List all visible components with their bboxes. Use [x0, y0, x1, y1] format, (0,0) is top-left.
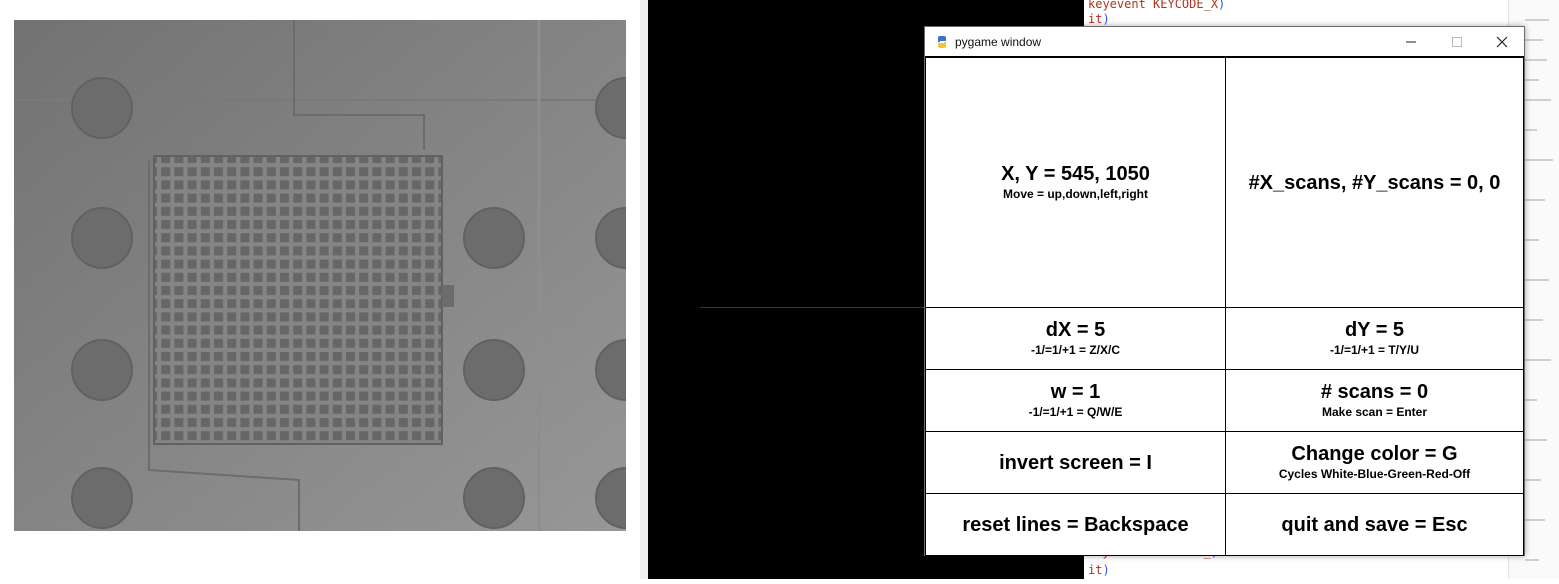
divider-strip — [640, 0, 648, 579]
position-hint: Move = up,down,left,right — [1003, 187, 1148, 201]
quit-label: quit and save = Esc — [1281, 513, 1468, 536]
minimize-button[interactable] — [1388, 27, 1434, 56]
maximize-button[interactable] — [1434, 27, 1480, 56]
code-line: keyevent KEYCODE_X) — [1088, 0, 1226, 11]
scans-cell: # scans = 0 Make scan = Enter — [1225, 369, 1524, 432]
color-hint: Cycles White-Blue-Green-Red-Off — [1278, 467, 1471, 481]
color-cell: Change color = G Cycles White-Blue-Green… — [1225, 431, 1524, 494]
scans-hint: Make scan = Enter — [1321, 405, 1428, 419]
scan-count-xy-readout: #X_scans, #Y_scans = 0, 0 — [1248, 171, 1501, 194]
dy-hint: -1/=1/+1 = T/Y/U — [1329, 343, 1420, 357]
dx-hint: -1/=1/+1 = Z/X/C — [1030, 343, 1121, 357]
invert-label: invert screen = I — [999, 451, 1152, 474]
color-label: Change color = G — [1291, 443, 1458, 465]
window-title: pygame window — [955, 34, 1042, 49]
reset-label: reset lines = Backspace — [962, 513, 1189, 536]
maximize-icon — [1452, 36, 1462, 47]
w-readout: w = 1 — [1050, 381, 1101, 403]
code-line: it) — [1088, 563, 1110, 577]
dx-readout: dX = 5 — [1045, 319, 1106, 341]
minimize-icon — [1406, 41, 1416, 42]
scans-readout: # scans = 0 — [1320, 381, 1429, 403]
quit-cell: quit and save = Esc — [1225, 493, 1524, 556]
close-icon — [1496, 36, 1508, 47]
position-readout: X, Y = 545, 1050 — [1001, 163, 1150, 185]
w-cell: w = 1 -1/=1/+1 = Q/W/E — [925, 369, 1226, 432]
reset-cell: reset lines = Backspace — [925, 493, 1226, 556]
chip-array-picture — [14, 20, 626, 531]
pygame-snake-icon — [937, 35, 947, 48]
scan-count-xy-cell: #X_scans, #Y_scans = 0, 0 — [1225, 57, 1524, 308]
dy-cell: dY = 5 -1/=1/+1 = T/Y/U — [1225, 307, 1524, 370]
dx-cell: dX = 5 -1/=1/+1 = Z/X/C — [925, 307, 1226, 370]
microscope-image — [14, 20, 626, 531]
close-button[interactable] — [1479, 27, 1525, 56]
dy-readout: dY = 5 — [1344, 319, 1405, 341]
position-cell: X, Y = 545, 1050 Move = up,down,left,rig… — [925, 57, 1226, 308]
invert-cell: invert screen = I — [925, 431, 1226, 494]
pygame-window[interactable]: pygame window X, Y = 545, 1050 Move = up… — [924, 26, 1525, 556]
code-line: it) — [1088, 12, 1110, 26]
blue-scan-line — [700, 307, 926, 308]
control-grid: X, Y = 545, 1050 Move = up,down,left,rig… — [925, 56, 1524, 556]
window-titlebar[interactable]: pygame window — [925, 27, 1524, 56]
w-hint: -1/=1/+1 = Q/W/E — [1028, 405, 1123, 419]
